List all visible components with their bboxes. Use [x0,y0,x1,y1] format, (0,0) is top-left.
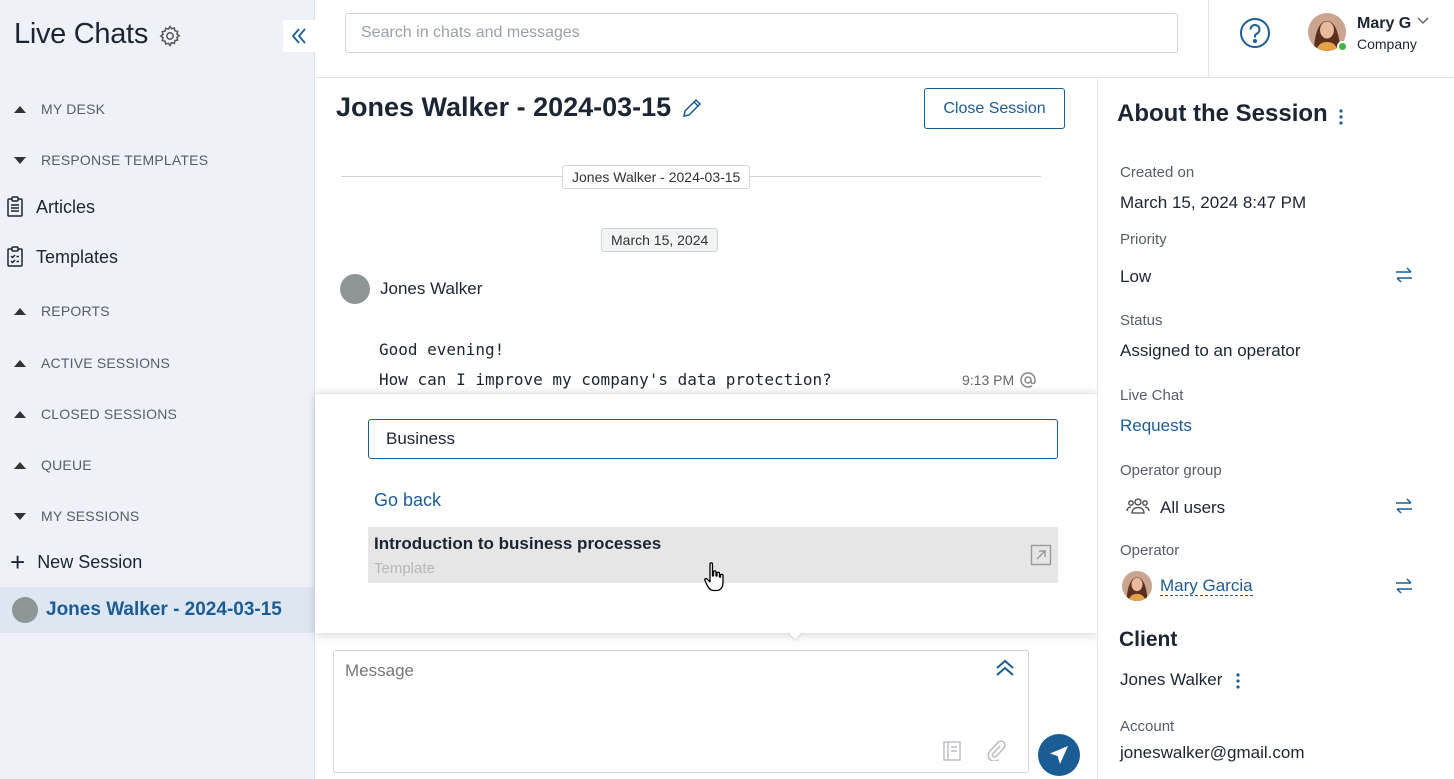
at-sign-icon [1020,372,1036,388]
session-label: Jones Walker - 2024-03-15 [46,599,282,620]
result-type: Template [374,560,435,577]
section-label: RESPONSE TEMPLATES [41,152,209,168]
sidebar: Live Chats MY DESK RESPONSE TEMPLATES Ar… [0,0,315,779]
app-title: Live Chats [14,18,149,50]
collapse-arrow-icon [14,410,26,418]
session-details-panel: About the Session Created on March 15, 2… [1097,78,1454,779]
section-response-templates[interactable]: RESPONSE TEMPLATES [14,152,208,168]
sidebar-item-templates[interactable]: Templates [6,246,118,268]
section-my-desk[interactable]: MY DESK [14,101,105,117]
double-chevron-left-icon [291,28,306,44]
page-title: Jones Walker - 2024-03-15 [336,92,672,122]
sidebar-item-label: Templates [36,246,119,267]
status-value: Assigned to an operator [1120,341,1301,360]
section-label: MY DESK [41,101,106,117]
clipboard-icon [7,196,23,217]
users-group-icon [1126,498,1150,514]
expand-arrow-icon [14,512,26,520]
plus-icon: + [10,547,26,577]
section-my-sessions[interactable]: MY SESSIONS [14,508,139,524]
template-icon[interactable] [942,740,962,762]
section-queue[interactable]: QUEUE [14,457,92,473]
operator-group-label: Operator group [1120,462,1222,479]
operator-label: Operator [1120,542,1180,559]
client-name: Jones Walker [1120,670,1223,689]
priority-value: Low [1120,267,1152,286]
created-label: Created on [1120,164,1195,181]
top-bar: Mary G Company [315,0,1454,78]
sidebar-item-label: Articles [36,196,96,217]
message-text: How can I improve my company's data prot… [379,370,832,389]
account-label: Account [1120,718,1175,735]
collapse-arrow-icon [14,307,26,315]
send-button[interactable] [1038,734,1080,776]
collapse-arrow-icon [14,105,26,113]
swap-icon[interactable] [1394,498,1414,514]
paperclip-icon[interactable] [986,739,1006,761]
hand-cursor-icon [704,562,724,592]
divider [1208,0,1209,78]
user-name[interactable]: Mary G [1357,15,1411,33]
more-vertical-icon[interactable] [1235,672,1241,690]
section-label: CLOSED SESSIONS [41,406,178,422]
section-active-sessions[interactable]: ACTIVE SESSIONS [14,355,170,371]
section-label: MY SESSIONS [41,508,140,524]
close-session-button[interactable]: Close Session [924,88,1065,129]
session-chip: Jones Walker - 2024-03-15 [562,165,751,189]
operator-group-value: All users [1160,498,1226,517]
section-label: QUEUE [41,457,92,473]
operator-link[interactable]: Mary Garcia [1160,577,1253,596]
account-value: joneswalker@gmail.com [1120,743,1305,762]
message-time: 9:13 PM [962,372,1015,388]
section-closed-sessions[interactable]: CLOSED SESSIONS [14,406,177,422]
gear-icon[interactable] [158,24,182,48]
live-chat-link[interactable]: Requests [1120,416,1192,436]
live-chat-label: Live Chat [1120,387,1184,404]
message-input[interactable] [334,651,974,731]
more-vertical-icon[interactable] [1338,108,1344,126]
expand-arrow-icon [14,156,26,164]
message-author: Jones Walker [380,279,483,298]
sidebar-item-articles[interactable]: Articles [6,196,95,218]
message-text: Good evening! [379,340,505,359]
user-company: Company [1357,36,1417,52]
search-input[interactable] [345,13,1178,53]
collapse-arrow-icon [14,359,26,367]
template-picker-popup: Go back Introduction to business process… [315,393,1097,633]
collapse-sidebar-button[interactable] [283,20,315,52]
date-chip: March 15, 2024 [601,228,719,252]
panel-title: About the Session [1117,100,1328,127]
section-label: REPORTS [41,303,110,319]
new-session-button[interactable]: + New Session [10,547,143,577]
checklist-icon [7,246,23,267]
swap-icon[interactable] [1394,267,1414,283]
template-search-input[interactable] [368,419,1058,459]
result-title: Introduction to business processes [374,534,662,553]
status-label: Status [1120,312,1163,329]
collapse-arrow-icon [14,461,26,469]
send-icon [1050,746,1068,764]
popup-pointer [786,630,804,639]
help-icon[interactable] [1239,17,1271,49]
swap-icon[interactable] [1394,578,1414,594]
go-back-link[interactable]: Go back [374,490,441,511]
section-label: ACTIVE SESSIONS [41,355,171,371]
client-heading: Client [1119,628,1178,651]
new-session-label: New Session [37,551,143,572]
chevron-down-icon[interactable] [1416,16,1430,26]
avatar [1122,571,1152,601]
message-composer [333,650,1029,773]
avatar [340,274,370,304]
sidebar-item-active-session[interactable]: Jones Walker - 2024-03-15 [0,587,314,633]
online-status-icon [1337,41,1348,52]
open-external-icon[interactable] [1030,544,1052,566]
double-chevron-up-icon[interactable] [994,657,1016,679]
section-reports[interactable]: REPORTS [14,303,110,319]
created-value: March 15, 2024 8:47 PM [1120,193,1307,212]
priority-label: Priority [1120,231,1167,248]
avatar [12,597,38,623]
pencil-icon[interactable] [681,97,703,119]
